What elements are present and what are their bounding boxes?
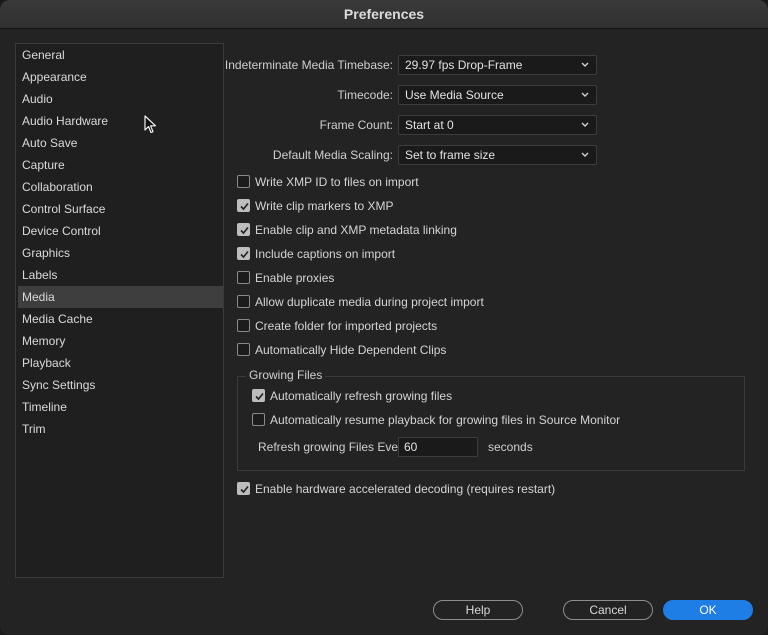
include-captions-checkbox[interactable] bbox=[237, 247, 250, 260]
sidebar-item-media-cache[interactable]: Media Cache bbox=[18, 308, 223, 330]
write-xmp-id-checkbox[interactable] bbox=[237, 175, 250, 188]
preferences-dialog: Preferences General Appearance Audio Aud… bbox=[0, 0, 768, 635]
write-xmp-id-label: Write XMP ID to files on import bbox=[255, 175, 419, 189]
sidebar-item-sync-settings[interactable]: Sync Settings bbox=[18, 374, 223, 396]
create-folder-label: Create folder for imported projects bbox=[255, 319, 438, 333]
sidebar-item-memory[interactable]: Memory bbox=[18, 330, 223, 352]
checkmark-icon bbox=[240, 485, 249, 494]
chevron-down-icon bbox=[581, 122, 589, 127]
refresh-interval-unit: seconds bbox=[488, 440, 533, 454]
metadata-linking-label: Enable clip and XMP metadata linking bbox=[255, 223, 457, 237]
create-folder-checkbox[interactable] bbox=[237, 319, 250, 332]
checkmark-icon bbox=[255, 392, 264, 401]
write-clip-markers-label: Write clip markers to XMP bbox=[255, 199, 394, 213]
sidebar-item-timeline[interactable]: Timeline bbox=[18, 396, 223, 418]
sidebar-item-collaboration[interactable]: Collaboration bbox=[18, 176, 223, 198]
scaling-label: Default Media Scaling: bbox=[272, 148, 393, 162]
timebase-label: Indeterminate Media Timebase: bbox=[224, 58, 393, 72]
metadata-linking-checkbox[interactable] bbox=[237, 223, 250, 236]
hide-dependent-checkbox[interactable] bbox=[237, 343, 250, 356]
refresh-interval-input[interactable]: 60 bbox=[398, 437, 478, 457]
timecode-dropdown[interactable]: Use Media Source bbox=[398, 85, 597, 105]
allow-duplicate-checkbox[interactable] bbox=[237, 295, 250, 308]
hw-decode-label: Enable hardware accelerated decoding (re… bbox=[255, 482, 556, 496]
timebase-value: 29.97 fps Drop-Frame bbox=[405, 58, 523, 72]
help-button[interactable]: Help bbox=[433, 600, 523, 620]
chevron-down-icon bbox=[581, 152, 589, 157]
sidebar-item-control-surface[interactable]: Control Surface bbox=[18, 198, 223, 220]
window-title: Preferences bbox=[0, 0, 768, 29]
frame-count-label: Frame Count: bbox=[319, 118, 393, 132]
hide-dependent-label: Automatically Hide Dependent Clips bbox=[255, 343, 447, 357]
allow-duplicate-label: Allow duplicate media during project imp… bbox=[255, 295, 484, 309]
sidebar-item-device-control[interactable]: Device Control bbox=[18, 220, 223, 242]
auto-resume-label: Automatically resume playback for growin… bbox=[270, 413, 621, 427]
frame-count-dropdown[interactable]: Start at 0 bbox=[398, 115, 597, 135]
timebase-dropdown[interactable]: 29.97 fps Drop-Frame bbox=[398, 55, 597, 75]
frame-count-value: Start at 0 bbox=[405, 118, 454, 132]
mouse-cursor-icon bbox=[144, 115, 157, 134]
ok-button[interactable]: OK bbox=[663, 600, 753, 620]
timecode-label: Timecode: bbox=[337, 88, 393, 102]
sidebar-item-trim[interactable]: Trim bbox=[18, 418, 223, 440]
cancel-button[interactable]: Cancel bbox=[563, 600, 653, 620]
checkmark-icon bbox=[240, 202, 249, 211]
sidebar-item-media[interactable]: Media bbox=[18, 286, 223, 308]
sidebar-item-playback[interactable]: Playback bbox=[18, 352, 223, 374]
scaling-value: Set to frame size bbox=[405, 148, 496, 162]
enable-proxies-checkbox[interactable] bbox=[237, 271, 250, 284]
chevron-down-icon bbox=[581, 92, 589, 97]
timecode-value: Use Media Source bbox=[405, 88, 504, 102]
write-clip-markers-checkbox[interactable] bbox=[237, 199, 250, 212]
auto-refresh-checkbox[interactable] bbox=[252, 389, 265, 402]
chevron-down-icon bbox=[581, 62, 589, 67]
hw-decode-checkbox[interactable] bbox=[237, 482, 250, 495]
enable-proxies-label: Enable proxies bbox=[255, 271, 335, 285]
growing-files-title: Growing Files bbox=[246, 367, 326, 383]
checkmark-icon bbox=[240, 226, 249, 235]
sidebar-item-labels[interactable]: Labels bbox=[18, 264, 223, 286]
refresh-interval-label: Refresh growing Files Every bbox=[258, 440, 409, 454]
scaling-dropdown[interactable]: Set to frame size bbox=[398, 145, 597, 165]
auto-refresh-label: Automatically refresh growing files bbox=[270, 389, 453, 403]
auto-resume-checkbox[interactable] bbox=[252, 413, 265, 426]
sidebar-item-graphics[interactable]: Graphics bbox=[18, 242, 223, 264]
checkmark-icon bbox=[240, 250, 249, 259]
include-captions-label: Include captions on import bbox=[255, 247, 396, 261]
